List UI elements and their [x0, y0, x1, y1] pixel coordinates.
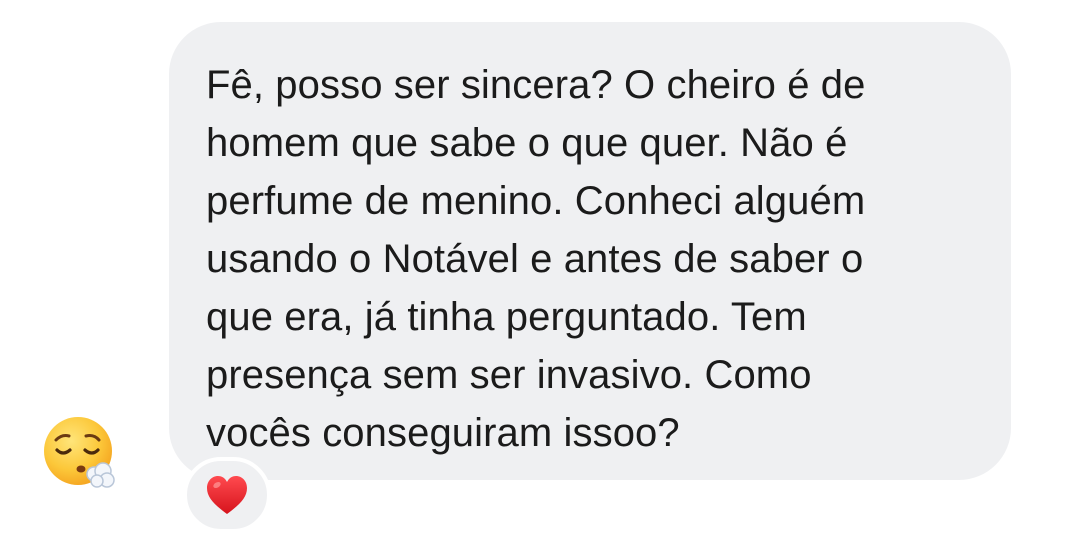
message-bubble[interactable]: Fê, posso ser sincera? O cheiro é de hom…	[169, 22, 1011, 480]
avatar[interactable]	[42, 414, 118, 490]
red-heart-icon	[207, 476, 247, 514]
face-exhaling-emoji-icon	[44, 417, 115, 488]
message-text: Fê, posso ser sincera? O cheiro é de hom…	[206, 63, 866, 455]
reaction-badge[interactable]	[183, 457, 271, 533]
